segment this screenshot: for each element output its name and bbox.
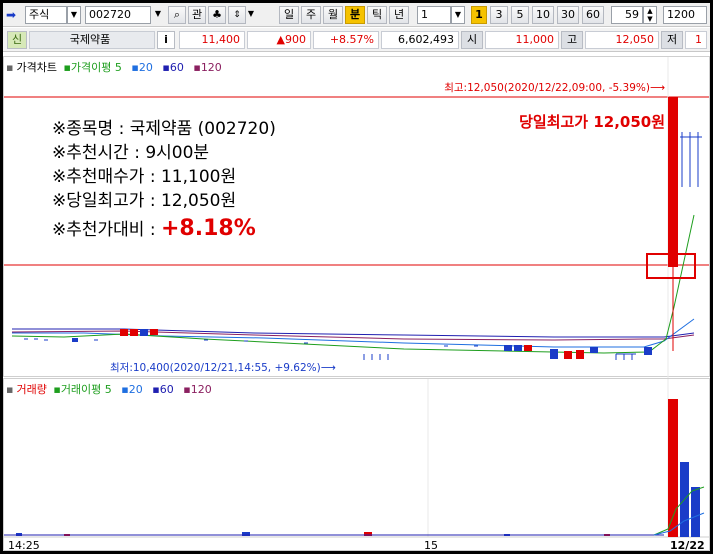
interval-3[interactable]: 3: [490, 6, 508, 24]
volume-chart-svg: 14:25 15 12/22: [4, 379, 710, 551]
stock-name: 국제약품: [29, 31, 155, 49]
period-year[interactable]: 년: [389, 6, 409, 24]
volume-chart-pane[interactable]: ▪ 거래량 ▪거래이평 5 ▪20 ▪60 ▪120 14:25 15 12/2…: [3, 378, 710, 551]
link-arrow-icon[interactable]: ➡: [6, 6, 24, 24]
info-button[interactable]: i: [157, 31, 175, 49]
open-value: 11,000: [485, 31, 559, 49]
period-week[interactable]: 주: [301, 6, 321, 24]
top-note: 당일최고가 12,050원: [519, 113, 665, 131]
spin-input[interactable]: 59: [611, 6, 643, 24]
interval-1[interactable]: 1: [471, 6, 487, 24]
low-value: 1: [685, 31, 707, 49]
spin-stepper-icon[interactable]: ▲ ▼: [643, 6, 657, 24]
change-percent: +8.57%: [313, 31, 379, 49]
market-dropdown-icon[interactable]: ▼: [67, 6, 81, 24]
recommendation-info: ※종목명 : 국제약품 (002720) ※추천시간 : 9시00분 ※추천매수…: [52, 117, 276, 242]
info-stock-name: ※종목명 : 국제약품 (002720): [52, 119, 276, 139]
ma20-line: [12, 318, 695, 348]
xtick-15: 15: [424, 539, 438, 551]
info-recommend-time: ※추천시간 : 9시00분: [52, 143, 210, 163]
updown-icon[interactable]: ⇕: [228, 6, 246, 24]
main-toolbar: ➡ 주식 ▼ 002720 ▼ ⌕ 관 ♣ ⇕ ▼ 일 주 월 분 틱 년 1 …: [3, 3, 710, 27]
low-label: 저: [661, 31, 683, 49]
high-value: 12,050: [585, 31, 659, 49]
high-label: 고: [561, 31, 583, 49]
count-dropdown-icon[interactable]: ▼: [451, 6, 465, 24]
info-return-label: ※추천가대비 :: [52, 220, 161, 240]
info-buy-price: ※추천매수가 : 11,100원: [52, 167, 237, 187]
updown-dropdown-icon[interactable]: ▼: [246, 6, 256, 24]
interval-5[interactable]: 5: [511, 6, 529, 24]
volume-value: 6,602,493: [381, 31, 459, 49]
watch-button[interactable]: 관: [188, 6, 206, 24]
volume-bar-3: [691, 487, 700, 537]
period-tick[interactable]: 틱: [367, 6, 387, 24]
price-chart-pane[interactable]: ▪ 가격차트 ▪가격이평 5 ▪20 ▪60 ▪120 당일최고가 12,050…: [3, 56, 710, 378]
period-month[interactable]: 월: [323, 6, 343, 24]
interval-30[interactable]: 30: [557, 6, 579, 24]
period-minute[interactable]: 분: [345, 6, 365, 24]
info-return-value: +8.18%: [160, 216, 256, 241]
ma120-line: [11, 330, 695, 341]
credit-badge: 신: [7, 31, 27, 49]
info-return: ※추천가대비 : +8.18%: [52, 217, 276, 242]
search-icon[interactable]: ⌕: [168, 6, 186, 24]
right-candles: [680, 132, 702, 187]
quote-bar: 신 국제약품 i 11,400 ▲900 +8.57% 6,602,493 시 …: [3, 28, 710, 52]
high-annotation: 최고:12,050(2020/12/22,09:00, -5.39%)⟶: [444, 82, 665, 94]
interval-10[interactable]: 10: [532, 6, 554, 24]
xtick-1425: 14:25: [8, 539, 40, 551]
info-day-high: ※당일최고가 : 12,050원: [52, 191, 237, 211]
chart-window: ➡ 주식 ▼ 002720 ▼ ⌕ 관 ♣ ⇕ ▼ 일 주 월 분 틱 년 1 …: [3, 3, 710, 551]
settings-icon[interactable]: ♣: [208, 6, 226, 24]
xtick-1222: 12/22: [670, 539, 705, 551]
period-day[interactable]: 일: [279, 6, 299, 24]
current-price: 11,400: [179, 31, 245, 49]
price-change: ▲900: [247, 31, 311, 49]
market-select[interactable]: 주식: [25, 6, 67, 24]
code-dropdown-icon[interactable]: ▼: [151, 6, 165, 24]
big-up-candle: [668, 97, 678, 267]
count-select[interactable]: 1: [417, 6, 451, 24]
low-annotation: 최저:10,400(2020/12/21,14:55, +9.62%)⟶: [110, 362, 336, 374]
code-input[interactable]: 002720: [85, 6, 151, 24]
open-label: 시: [461, 31, 483, 49]
interval-60[interactable]: 60: [582, 6, 604, 24]
ma60-line: [12, 328, 695, 338]
range-input[interactable]: 1200: [663, 6, 707, 24]
